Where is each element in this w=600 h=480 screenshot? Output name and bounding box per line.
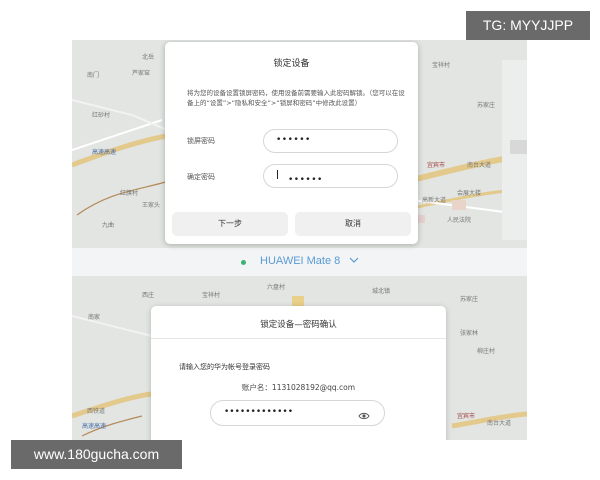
map-label: 宝祥村: [202, 292, 221, 299]
map-label: 城北镇: [372, 288, 391, 295]
password-prompt: 请输入您的华为帐号登录密码: [179, 363, 270, 371]
confirm-password-label: 确定密码: [187, 173, 215, 181]
watermark-site: www.180gucha.com: [11, 440, 182, 469]
account-value: 1131028192@qq.com: [271, 383, 356, 392]
account-password-value: •••••••••••••: [224, 407, 294, 417]
map-city-label: 高新大道: [422, 197, 447, 204]
map-label: 苏家庄: [477, 102, 496, 109]
account-line: 账户名：1131028192@qq.com: [151, 382, 446, 393]
watermark-tg: TG: MYYJJPP: [466, 11, 590, 40]
dialog-description: 将为您的设备设置锁屏密码，使用设备前需要输入此密码解锁。（您可以在设备上的“设置…: [187, 89, 405, 107]
map-label: 宝祥村: [432, 62, 451, 69]
map-road-label: 高速高速: [82, 423, 107, 430]
map-label: 张家林: [460, 330, 479, 337]
eye-icon[interactable]: [358, 407, 370, 420]
map-label: 红旗村: [120, 190, 139, 197]
map-city-label: 会展大楼: [457, 190, 482, 197]
map-label: 北岳: [142, 54, 155, 61]
map-label: 西铁道: [87, 408, 106, 415]
map-label: 六盘村: [267, 284, 286, 291]
divider: [151, 338, 446, 339]
confirm-password-value: ••••••: [276, 170, 322, 185]
lock-password-label: 锁屏密码: [187, 137, 215, 145]
account-password-input[interactable]: •••••••••••••: [210, 400, 385, 426]
lock-password-input[interactable]: ••••••: [263, 129, 398, 153]
map-label: 柳庄村: [477, 348, 496, 355]
device-selector[interactable]: HUAWEI Mate 8: [72, 248, 527, 276]
dialog-title: 锁定设备: [273, 59, 310, 69]
dialog-title: 锁定设备—密码确认: [260, 320, 337, 330]
map-city-label: 人民法院: [447, 217, 472, 224]
map-city-label: 南台大道: [487, 420, 512, 427]
map-label: 西庄: [142, 292, 155, 299]
device-name[interactable]: HUAWEI Mate 8: [260, 255, 340, 267]
next-button[interactable]: 下一步: [172, 212, 288, 236]
map-city-label: 宜宾市: [427, 162, 446, 169]
map-label: 南门: [87, 72, 100, 79]
map-label: 南家: [88, 314, 101, 321]
map-label: 红砂村: [92, 112, 111, 119]
lock-password-value: ••••••: [276, 135, 311, 145]
map-label: 芦家窑: [132, 70, 151, 77]
confirm-password-input[interactable]: ••••••: [263, 164, 398, 188]
screenshot-frame: 北岳 南门 芦家窑 红砂村 高速高速 红旗村 王家头 九曲 宜宾市 南台大道 高…: [72, 40, 527, 440]
cancel-button[interactable]: 取消: [295, 212, 411, 236]
chevron-down-icon[interactable]: [348, 254, 360, 269]
map-label: 王家头: [142, 202, 161, 209]
lock-device-dialog: 锁定设备 将为您的设备设置锁屏密码，使用设备前需要输入此密码解锁。（您可以在设备…: [165, 42, 418, 244]
map-city-label: 南台大道: [467, 162, 492, 169]
map-city-label: 宜宾市: [457, 413, 476, 420]
online-status-dot: [241, 260, 246, 265]
map-road-label: 高速高速: [92, 149, 117, 156]
account-label: 账户名：: [241, 383, 272, 392]
password-confirm-dialog: 锁定设备—密码确认 请输入您的华为帐号登录密码 账户名：1131028192@q…: [151, 306, 446, 440]
map-label: 九曲: [102, 222, 115, 229]
map-label: 苏家庄: [460, 296, 479, 303]
